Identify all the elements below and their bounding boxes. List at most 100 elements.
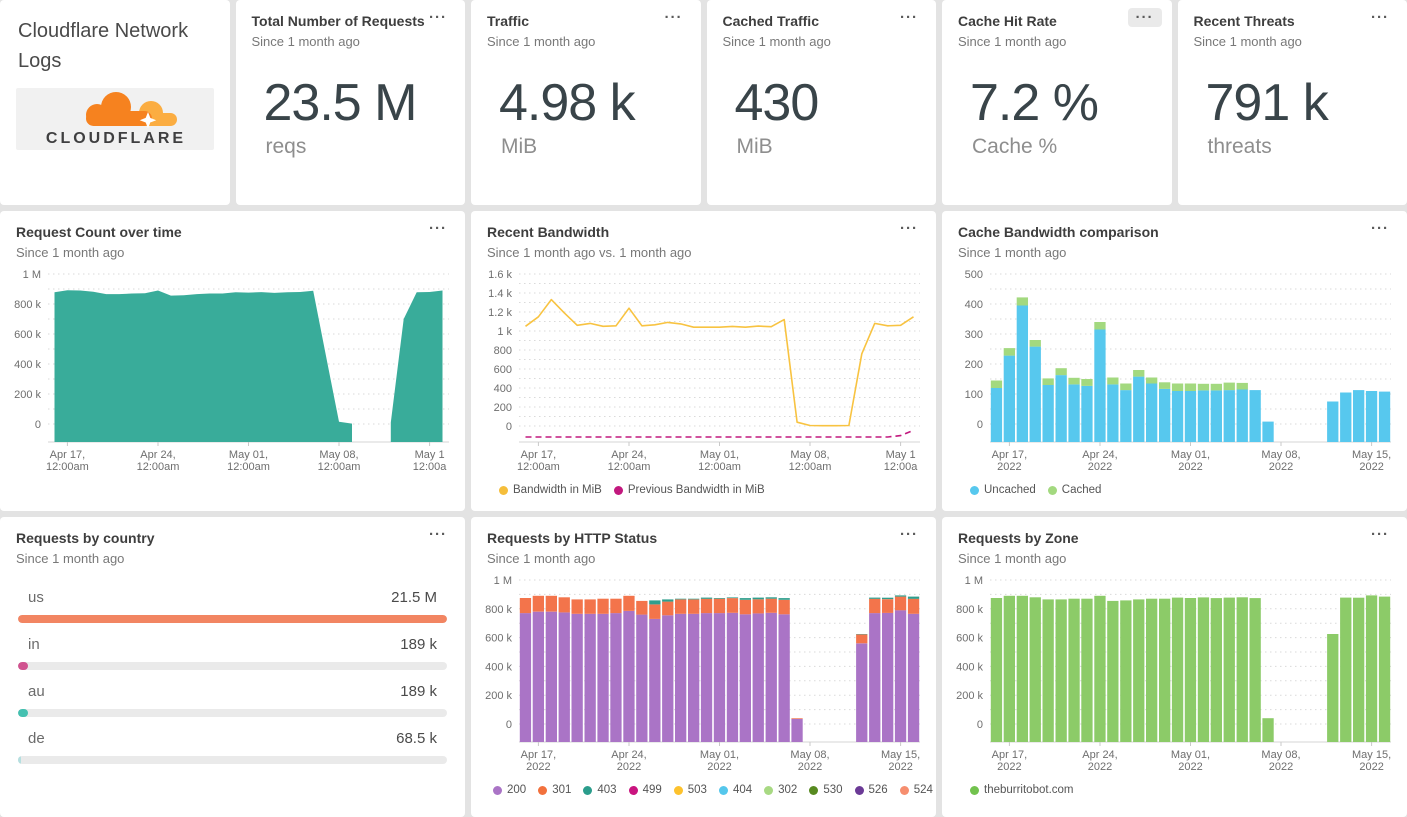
stat-subtitle: Since 1 month ago (722, 33, 831, 49)
legend-item[interactable]: Previous Bandwidth in MiB (613, 484, 765, 496)
stat-card-total-requests: ··· Total Number of Requests Since 1 mon… (235, 0, 465, 205)
legend-label: 526 (868, 784, 888, 796)
legend-dot-icon (673, 785, 683, 795)
country-bar-list: us 21.5 M in 189 k au 189 k de 68.5 k (0, 566, 465, 764)
svg-text:May 01,: May 01, (1171, 749, 1210, 761)
legend-dot-icon (970, 485, 979, 495)
stat-unit: Cache % (972, 134, 1058, 158)
legend-item[interactable]: 403 (583, 784, 617, 796)
legend-item[interactable]: 503 (673, 784, 707, 796)
svg-text:1.2 k: 1.2 k (488, 307, 512, 319)
svg-text:May 1: May 1 (415, 449, 445, 461)
ellipsis-menu-button[interactable]: ··· (892, 525, 926, 544)
panel-title: Request Count over time (16, 224, 182, 240)
legend-item[interactable]: 526 (854, 784, 888, 796)
svg-text:May 08,: May 08, (790, 749, 829, 761)
ellipsis-menu-button[interactable]: ··· (421, 8, 455, 27)
ellipsis-icon: ··· (664, 9, 683, 26)
chart-legend: 200 301 403 499 503 404 302 530 526 524 (493, 782, 936, 800)
legend-item[interactable]: 200 (493, 784, 526, 796)
stat-title: Recent Threats (1193, 13, 1295, 29)
panel-subtitle: Since 1 month ago vs. 1 month ago (487, 244, 692, 260)
svg-text:2022: 2022 (798, 761, 822, 773)
svg-text:12:00am: 12:00am (137, 461, 180, 473)
legend-label: 524 (913, 784, 933, 796)
svg-text:1 M: 1 M (965, 575, 983, 587)
ellipsis-menu-button[interactable]: ··· (1363, 219, 1397, 238)
svg-text:200 k: 200 k (485, 690, 512, 702)
svg-text:12:00am: 12:00am (227, 461, 270, 473)
chart-legend: Bandwidth in MiB Previous Bandwidth in Mi… (499, 482, 936, 500)
legend-label: 404 (732, 784, 753, 796)
legend-item[interactable]: 302 (764, 784, 797, 796)
legend-item[interactable]: Bandwidth in MiB (499, 484, 602, 496)
svg-text:Apr 24,: Apr 24, (611, 449, 646, 461)
legend-item[interactable]: theburritobot.com (970, 784, 1074, 796)
ellipsis-menu-button[interactable]: ··· (421, 219, 455, 238)
svg-text:800 k: 800 k (956, 603, 983, 615)
svg-text:2022: 2022 (1088, 761, 1112, 773)
svg-text:400: 400 (494, 383, 512, 395)
svg-text:May 01,: May 01, (1171, 449, 1210, 461)
svg-text:12:00am: 12:00am (517, 461, 560, 473)
ellipsis-menu-button[interactable]: ··· (1363, 525, 1397, 544)
svg-text:1.4 k: 1.4 k (488, 288, 512, 300)
ellipsis-menu-button[interactable]: ··· (1127, 8, 1162, 27)
stat-value: 791 k (1205, 73, 1329, 132)
stat-value: 4.98 k (499, 73, 636, 132)
stat-subtitle: Since 1 month ago (251, 33, 360, 49)
country-value: 68.5 k (396, 729, 437, 747)
panel-requests-by-zone: ··· Requests by Zone Since 1 month ago 0… (942, 517, 1407, 817)
legend-item[interactable]: 499 (628, 784, 662, 796)
panel-requests-by-country: ··· Requests by country Since 1 month ag… (0, 517, 465, 817)
cloudflare-wordmark: CLOUDFLARE (46, 130, 186, 147)
dashboard: Cloudflare Network Logs CLOUDFLARE ··· T… (0, 0, 1407, 817)
legend-item[interactable]: Uncached (970, 484, 1036, 496)
legend-label: 530 (823, 784, 843, 796)
ellipsis-menu-button[interactable]: ··· (892, 219, 926, 238)
ellipsis-menu-button[interactable]: ··· (892, 8, 926, 27)
legend-dot-icon (809, 785, 819, 795)
stat-subtitle: Since 1 month ago (1193, 33, 1302, 49)
cloudflare-logo: CLOUDFLARE (16, 88, 214, 150)
svg-text:May 15,: May 15, (1352, 449, 1391, 461)
country-row: in 189 k (18, 636, 447, 670)
legend-item[interactable]: 524 (899, 784, 933, 796)
svg-text:12:00am: 12:00am (46, 461, 89, 473)
stat-title: Cached Traffic (722, 13, 819, 29)
legend-item[interactable]: 404 (718, 784, 753, 796)
panel-title: Requests by HTTP Status (487, 530, 658, 546)
svg-text:2022: 2022 (1359, 461, 1383, 473)
ellipsis-menu-button[interactable]: ··· (421, 525, 455, 544)
country-label: de (28, 729, 45, 747)
legend-dot-icon (970, 785, 979, 795)
svg-text:2022: 2022 (888, 761, 912, 773)
svg-text:2022: 2022 (1359, 761, 1383, 773)
country-label: in (28, 635, 40, 653)
svg-text:200: 200 (494, 402, 512, 414)
svg-text:600 k: 600 k (14, 329, 41, 341)
legend-item[interactable]: 530 (809, 784, 843, 796)
legend-item[interactable]: 301 (538, 784, 571, 796)
ellipsis-menu-button[interactable]: ··· (657, 8, 691, 27)
ellipsis-menu-button[interactable]: ··· (1363, 8, 1397, 27)
stat-value: 430 (734, 73, 820, 132)
country-bar-track (18, 661, 447, 670)
country-bar-track (18, 708, 447, 717)
country-bar-track (18, 614, 447, 623)
request-count-chart-canvas: 0200 k400 k600 k800 k1 MApr 17,12:00amAp… (14, 269, 449, 473)
ellipsis-icon: ··· (1371, 9, 1389, 26)
panel-subtitle: Since 1 month ago (958, 550, 1067, 566)
svg-text:600: 600 (494, 364, 512, 376)
svg-text:2022: 2022 (1269, 461, 1293, 473)
ellipsis-icon: ··· (429, 526, 447, 543)
dashboard-title: Cloudflare Network Logs (18, 20, 189, 72)
svg-text:May 01,: May 01, (700, 749, 739, 761)
svg-text:400 k: 400 k (485, 661, 512, 673)
legend-item[interactable]: Cached (1047, 484, 1101, 496)
svg-text:2022: 2022 (1178, 761, 1202, 773)
legend-label: theburritobot.com (984, 784, 1074, 796)
country-value: 189 k (400, 682, 437, 700)
country-label: au (28, 682, 45, 700)
stat-title: Traffic (487, 13, 530, 29)
